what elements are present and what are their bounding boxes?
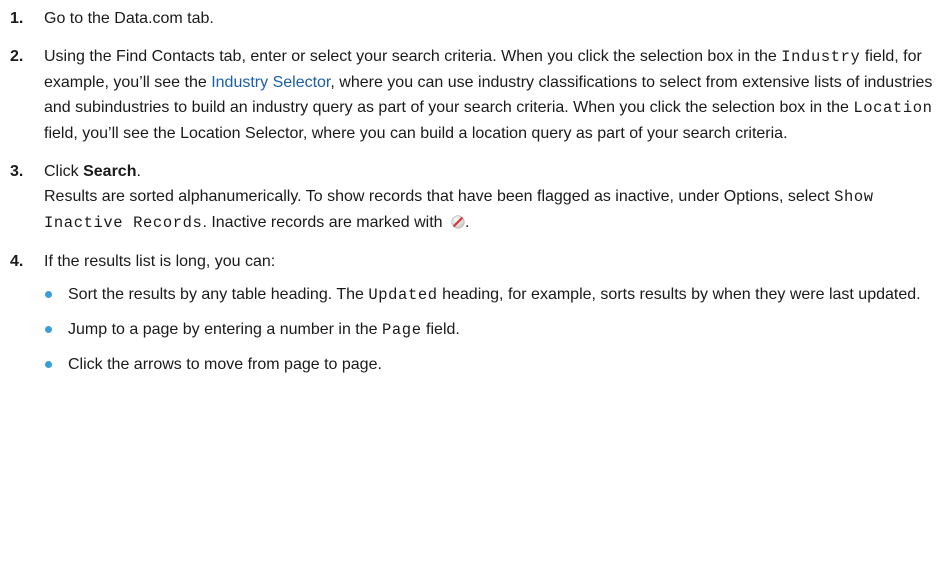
list-item: Sort the results by any table heading. T…	[44, 282, 952, 308]
page-field-name: Page	[381, 321, 422, 339]
bullet-icon	[45, 361, 52, 368]
step-text: Results are sorted alphanumerically. To …	[44, 188, 835, 205]
bullet-icon	[45, 326, 52, 333]
step-result: Results are sorted alphanumerically. To …	[44, 184, 952, 236]
step-text: Using the Find Contacts tab, enter or se…	[44, 48, 782, 65]
step-3: 3. Click Search. Results are sorted alph…	[10, 159, 952, 236]
step-text: .	[464, 214, 470, 231]
item-text: Sort the results by any table heading. T…	[68, 286, 369, 303]
step-number: 4.	[10, 253, 24, 270]
step-line: Click Search.	[44, 159, 952, 184]
step-text: Go to the Data.com tab.	[44, 10, 214, 27]
inactive-record-icon	[451, 212, 465, 229]
search-button-name: Search	[83, 163, 137, 180]
item-text: field.	[421, 321, 460, 338]
step-number: 1.	[10, 10, 24, 27]
options-list: Sort the results by any table heading. T…	[44, 282, 952, 377]
list-item: Click the arrows to move from page to pa…	[44, 352, 952, 377]
item-text: Click the arrows to move from page to pa…	[68, 356, 382, 373]
step-number: 3.	[10, 163, 24, 180]
step-2: 2. Using the Find Contacts tab, enter or…	[10, 44, 952, 146]
instructions: 1. Go to the Data.com tab. 2. Using the …	[0, 0, 952, 377]
bullet-icon	[45, 291, 52, 298]
step-1: 1. Go to the Data.com tab.	[10, 6, 952, 31]
list-item: Jump to a page by entering a number in t…	[44, 317, 952, 343]
item-text: heading, for example, sorts results by w…	[437, 286, 921, 303]
industry-selector-link[interactable]: Industry Selector	[211, 74, 330, 91]
step-4: 4. If the results list is long, you can:…	[10, 249, 952, 377]
step-text: field, you’ll see the Location Selector,…	[44, 125, 788, 142]
step-text: . Inactive records are marked with	[202, 214, 447, 231]
step-text: If the results list is long, you can:	[44, 253, 276, 270]
step-text: Click	[44, 163, 84, 180]
item-text: Jump to a page by entering a number in t…	[68, 321, 382, 338]
step-number: 2.	[10, 48, 24, 65]
location-field-name: Location	[853, 99, 933, 117]
industry-field-name: Industry	[781, 48, 861, 66]
step-text: .	[136, 163, 141, 180]
updated-heading-name: Updated	[368, 286, 438, 304]
